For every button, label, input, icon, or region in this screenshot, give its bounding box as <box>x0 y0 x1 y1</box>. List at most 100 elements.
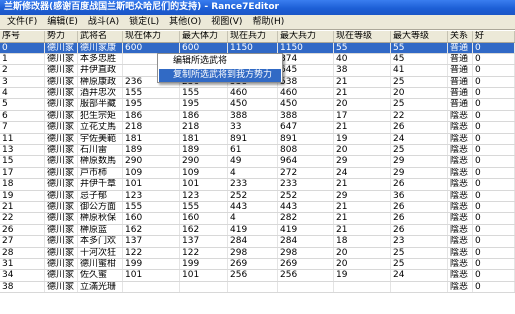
table-cell: 29 <box>334 190 391 201</box>
table-cell: 井伊千章 <box>78 179 123 190</box>
table-cell: 20 <box>334 258 391 270</box>
table-row[interactable]: 38 德川家 立滿光珊 陰恶 0 <box>0 281 515 294</box>
table-cell: 61 <box>228 145 278 156</box>
table-cell: 199 <box>123 258 180 270</box>
table-cell: 160 <box>123 213 180 224</box>
table-cell: 155 <box>180 88 228 99</box>
table-cell: 22 <box>0 213 45 224</box>
table-cell <box>278 281 334 293</box>
table-cell: 29 <box>391 156 448 167</box>
table-cell: 石川雷 <box>78 145 123 156</box>
table-row[interactable]: 34 德川家 佐久蜜 101 101 256 256 19 24 陰恶 0 <box>0 270 515 282</box>
table-cell: 陰恶 <box>448 167 473 179</box>
table-row[interactable]: 5 德川家 服部半藏 195 195 450 450 20 25 普通 0 <box>0 99 515 111</box>
table-row[interactable]: 6 德川家 犯生宗矩 186 186 388 388 17 22 陰恶 0 <box>0 110 515 123</box>
table-cell: 本多门欢 <box>78 236 123 247</box>
column-header[interactable]: 最大体力 <box>180 31 228 42</box>
table-cell: 29 <box>391 167 448 179</box>
table-cell: 0 <box>0 42 45 53</box>
table-row[interactable]: 27 德川家 本多门欢 137 137 284 284 18 23 陰恶 0 <box>0 236 515 248</box>
table-cell: 0 <box>473 76 515 88</box>
menu-battle[interactable]: 战斗(A) <box>83 15 124 29</box>
table-row[interactable]: 19 德川家 忌子郁 123 123 252 252 29 36 陰恶 0 <box>0 190 515 202</box>
table-cell: 陰恶 <box>448 201 473 213</box>
menu-view[interactable]: 视图(V) <box>206 15 247 29</box>
table-cell: 269 <box>228 258 278 270</box>
table-row[interactable]: 13 德川家 石川雷 189 189 61 808 20 25 陰恶 0 <box>0 145 515 157</box>
menu-other[interactable]: 其他(O) <box>164 15 206 29</box>
table-cell: 0 <box>473 133 515 145</box>
table-row[interactable]: 31 德川家 德川蜜柑 199 199 269 269 20 25 陰恶 0 <box>0 258 515 271</box>
table-row[interactable]: 15 德川家 榊原数馬 290 290 49 964 29 29 陰恶 0 <box>0 156 515 168</box>
table-cell: 0 <box>473 65 515 76</box>
table-cell: 德川家 <box>45 122 78 133</box>
column-header[interactable]: 最大等级 <box>391 31 448 42</box>
table-cell: 0 <box>473 270 515 281</box>
table-cell: 891 <box>228 133 278 145</box>
table-row[interactable]: 18 德川家 井伊千章 101 101 233 233 21 26 陰恶 0 <box>0 179 515 191</box>
table-cell: 290 <box>123 156 180 167</box>
table-cell: 26 <box>391 201 448 213</box>
table-cell: 21 <box>334 122 391 133</box>
table-row[interactable]: 17 德川家 戸市柿 109 109 4 272 24 29 陰恶 0 <box>0 167 515 180</box>
menu-edit[interactable]: 编辑(E) <box>42 15 83 29</box>
table-cell: 陰恶 <box>448 122 473 133</box>
table-cell: 服部半藏 <box>78 99 123 110</box>
column-header[interactable]: 好 <box>473 31 515 42</box>
table-cell: 11 <box>0 133 45 145</box>
table-cell: 0 <box>473 281 515 293</box>
table-cell: 186 <box>123 110 180 122</box>
column-header[interactable]: 势力 <box>45 31 78 42</box>
table-cell: 德川家 <box>45 145 78 156</box>
table-cell: 284 <box>278 236 334 247</box>
ctx-edit-selected-general[interactable]: 编辑所选武将 <box>159 55 281 68</box>
table-cell <box>180 281 228 293</box>
table-cell: 德川家 <box>45 236 78 247</box>
table-row[interactable]: 21 德川家 御公方面 155 155 443 443 21 26 陰恶 0 <box>0 201 515 214</box>
table-cell: 252 <box>228 190 278 201</box>
menu-help[interactable]: 帮助(H) <box>247 15 289 29</box>
table-cell: 德川家 <box>45 270 78 281</box>
menu-lock[interactable]: 锁定(L) <box>124 15 164 29</box>
column-header[interactable]: 现在兵力 <box>228 31 278 42</box>
table-cell: 808 <box>278 145 334 156</box>
table-row[interactable]: 11 德川家 宇佐美範 181 181 891 891 19 24 陰恶 0 <box>0 133 515 146</box>
column-header[interactable]: 武将名 <box>78 31 123 42</box>
table-cell: 24 <box>334 167 391 179</box>
table-cell: 陰恶 <box>448 281 473 293</box>
table-cell: 18 <box>334 236 391 247</box>
table-cell: 109 <box>123 167 180 179</box>
table-cell: 德川家 <box>45 88 78 99</box>
table-row[interactable]: 28 德川家 十河次狂 122 122 298 298 20 25 陰恶 0 <box>0 247 515 259</box>
table-cell: 388 <box>228 110 278 122</box>
table-cell: 252 <box>278 190 334 201</box>
table-cell: 218 <box>180 122 228 133</box>
column-header[interactable]: 关系 <box>448 31 473 42</box>
table-cell: 186 <box>180 110 228 122</box>
table-row[interactable]: 7 德川家 立花丈馬 218 218 33 647 21 26 陰恶 0 <box>0 122 515 134</box>
column-header[interactable]: 序号 <box>0 31 45 42</box>
table-cell <box>123 281 180 293</box>
table-cell: 874 <box>278 53 334 65</box>
table-cell: 21 <box>334 201 391 213</box>
table-cell: 陰恶 <box>448 190 473 201</box>
table-cell: 199 <box>180 258 228 270</box>
table-row[interactable]: 26 德川家 榊原篮 162 162 419 419 21 26 陰恶 0 <box>0 224 515 237</box>
table-cell: 4 <box>228 213 278 224</box>
table-cell: 德川蜜柑 <box>78 258 123 270</box>
ctx-copy-to-my-force[interactable]: 复制所选武将到我方势力 <box>159 69 281 82</box>
table-cell: 21 <box>334 213 391 224</box>
table-cell: 0 <box>473 145 515 156</box>
table-cell: 55 <box>334 42 391 53</box>
table-row[interactable]: 22 德川家 榊原秋保 160 160 4 282 21 26 陰恶 0 <box>0 213 515 225</box>
menu-file[interactable]: 文件(F) <box>2 15 42 29</box>
column-header[interactable]: 现在等级 <box>334 31 391 42</box>
table-row[interactable]: 4 德川家 酒井忠次 155 155 460 460 21 20 普通 0 <box>0 88 515 100</box>
table-cell: 21 <box>334 179 391 190</box>
table-cell: 388 <box>278 110 334 122</box>
table-cell: 45 <box>391 53 448 65</box>
column-header[interactable]: 现在体力 <box>123 31 180 42</box>
table-cell: 26 <box>391 122 448 133</box>
table-cell: 0 <box>473 156 515 167</box>
column-header[interactable]: 最大兵力 <box>278 31 334 42</box>
